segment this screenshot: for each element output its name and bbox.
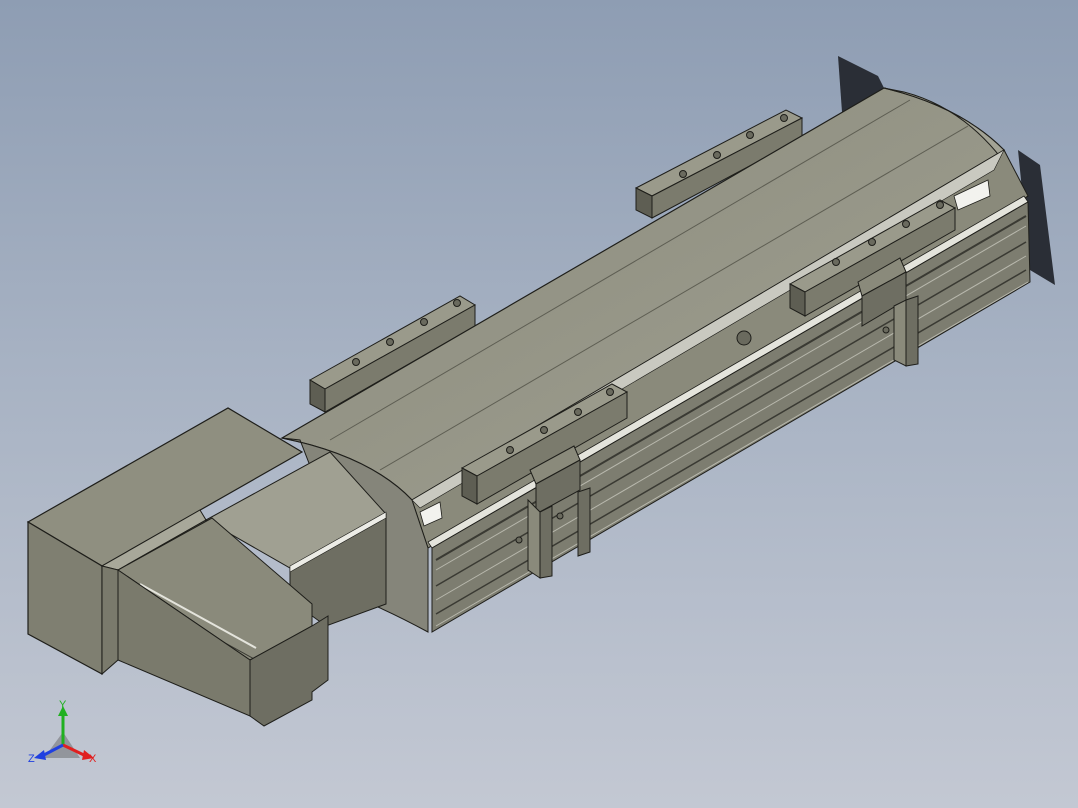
model-canvas[interactable]: Y X Z [0, 0, 1078, 808]
x-axis-label: X [89, 753, 97, 765]
motor-block[interactable] [26, 407, 329, 727]
3d-viewport[interactable]: Y X Z [0, 0, 1078, 808]
y-axis-label: Y [59, 699, 67, 711]
axis-triad: Y X Z [28, 699, 97, 765]
z-axis-label: Z [28, 753, 35, 765]
